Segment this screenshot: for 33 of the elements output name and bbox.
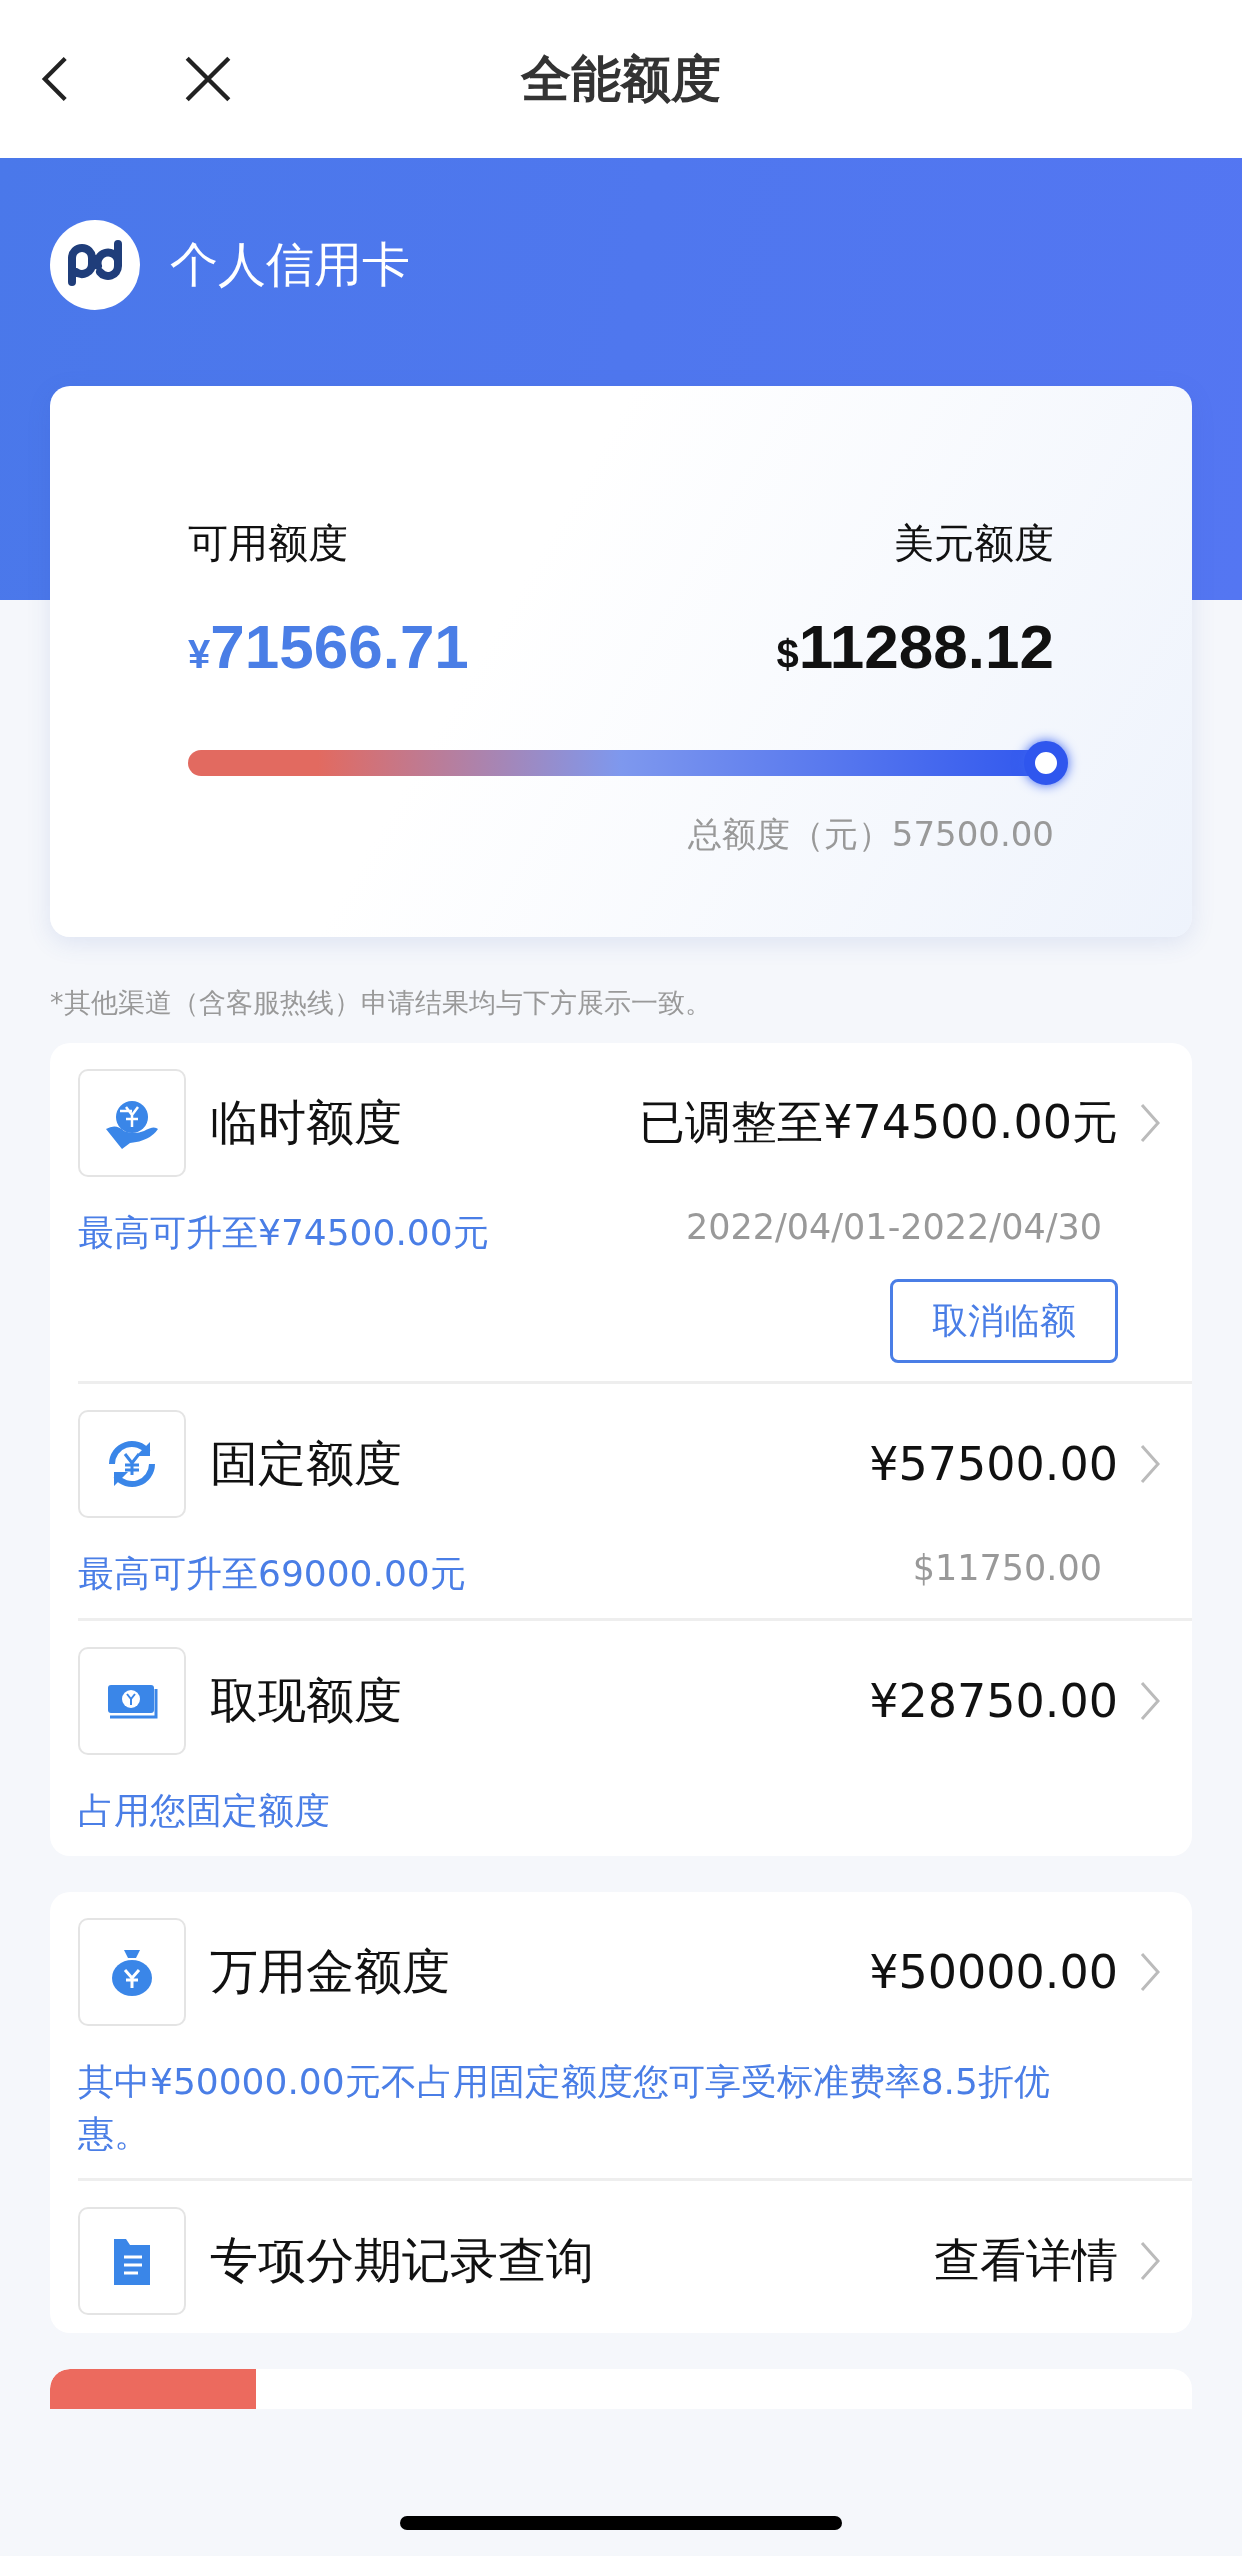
item-subtitle: 占用您固定额度: [78, 1789, 330, 1834]
item-subtitle: 最高可升至69000.00元: [78, 1552, 466, 1597]
item-detail: 2022/04/01-2022/04/30: [685, 1207, 1102, 1249]
item-value: ¥50000.00: [869, 1944, 1118, 1999]
item-value: 查看详情: [934, 2231, 1118, 2289]
total-limit: 总额度（元）57500.00: [686, 813, 1054, 856]
item-value: 已调整至¥74500.00元: [639, 1094, 1118, 1151]
item-subtitle: 最高可升至¥74500.00元: [78, 1211, 489, 1255]
item-title: 取现额度: [210, 1671, 403, 1731]
item-detail: $11750.00: [912, 1548, 1102, 1591]
limit-item[interactable]: 取现额度 ¥28750.00 占用您固定额度: [78, 1621, 1192, 1856]
limit-item[interactable]: 固定额度 ¥57500.00 最高可升至69000.00元 $11750.00: [78, 1384, 1192, 1622]
limit-thumb: [1024, 741, 1068, 785]
usd-limit-amount: $11288.12: [776, 611, 1054, 682]
item-title: 万用金额度: [210, 1941, 451, 2001]
limit-item[interactable]: 专项分期记录查询 查看详情: [78, 2180, 1192, 2333]
item-title: 临时额度: [210, 1093, 403, 1152]
item-value: ¥28750.00: [869, 1674, 1118, 1729]
notice-text: *其他渠道（含客服热线）申请结果均与下方展示一致。: [50, 986, 713, 1020]
usd-limit-label: 美元额度: [894, 519, 1054, 568]
limit-item[interactable]: 临时额度 已调整至¥74500.00元 最高可升至¥74500.00元 2022/04/01-2022/04/30 取消临额: [78, 1043, 1192, 1385]
available-limit-label: 可用额度: [188, 519, 348, 568]
item-title: 专项分期记录查询: [210, 2230, 595, 2290]
item-title: 固定额度: [210, 1434, 403, 1494]
available-limit-amount: ¥71566.71: [188, 611, 469, 682]
page-title: 全能额度: [521, 48, 721, 110]
bank-logo-icon: [50, 220, 140, 310]
item-value: ¥57500.00: [869, 1437, 1118, 1492]
cancel-button[interactable]: 取消临额: [890, 1279, 1118, 1364]
chevron-right-icon: [1138, 1101, 1162, 1145]
card-name: 个人信用卡: [170, 235, 410, 294]
item-subtitle: 其中¥50000.00元不占用固定额度您可享受标准费率8.5折优惠。: [78, 2059, 1051, 2156]
limit-item[interactable]: 万用金额度 ¥50000.00 其中¥50000.00元不占用固定额度您可享受标准费率8.5折优惠。: [78, 1891, 1192, 2181]
